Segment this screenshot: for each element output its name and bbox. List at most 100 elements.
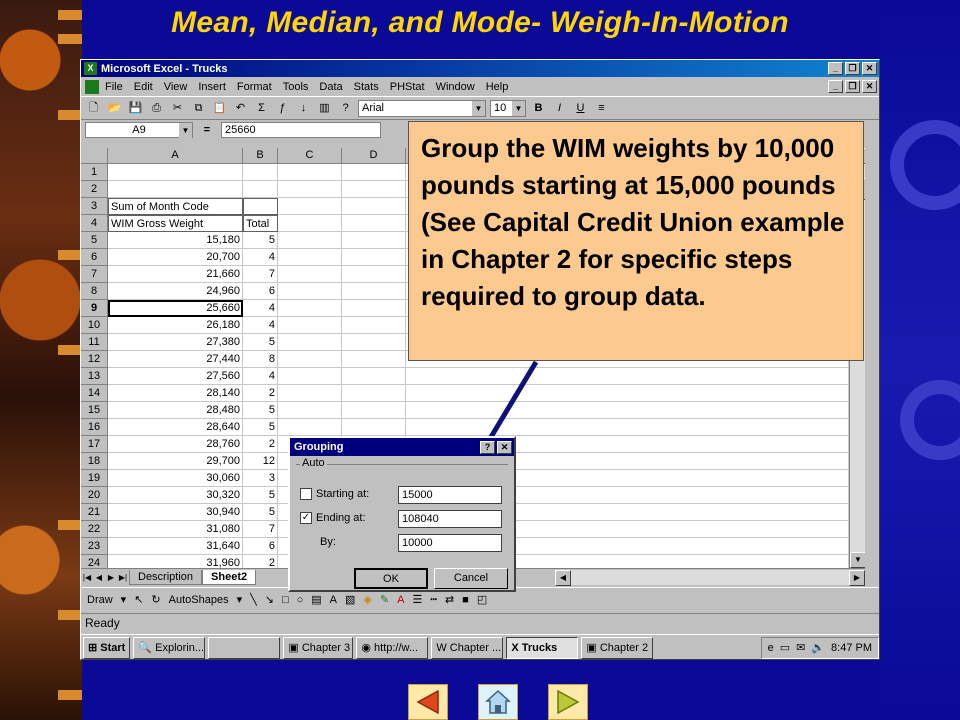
cell-c[interactable] <box>278 368 342 385</box>
row-header[interactable]: 2 <box>81 181 108 198</box>
row-header[interactable]: 9 <box>81 300 108 317</box>
select-all-corner[interactable] <box>81 148 108 164</box>
open-icon[interactable]: 📂 <box>106 100 123 117</box>
row-header[interactable]: 19 <box>81 470 108 487</box>
sheet-tab-description[interactable]: Description <box>129 569 203 585</box>
paste-icon[interactable]: 📋 <box>211 100 228 117</box>
row-header[interactable]: 7 <box>81 266 108 283</box>
chevron-down-icon[interactable]: ▼ <box>472 100 485 116</box>
cell-b[interactable]: 5 <box>243 504 278 521</box>
cell-a[interactable]: 31,080 <box>108 521 243 538</box>
cell-d[interactable] <box>342 198 406 215</box>
sheet-tab-sheet2[interactable]: Sheet2 <box>202 569 257 585</box>
save-icon[interactable]: 💾 <box>127 100 144 117</box>
cell-rest[interactable] <box>406 385 849 402</box>
task-trucks[interactable]: X Trucks <box>506 636 579 659</box>
cell-b[interactable]: Total <box>243 215 278 232</box>
oval-icon[interactable]: ○ <box>297 594 304 606</box>
row-header[interactable]: 6 <box>81 249 108 266</box>
cell-c[interactable] <box>278 300 342 317</box>
cell-a[interactable]: 31,960 <box>108 555 243 568</box>
line-style-icon[interactable]: ☰ <box>412 593 422 606</box>
cell-d[interactable] <box>342 317 406 334</box>
menu-format[interactable]: Format <box>237 81 272 93</box>
cell-a[interactable]: WIM Gross Weight <box>108 215 243 232</box>
cell-a[interactable]: 24,960 <box>108 283 243 300</box>
cell-a[interactable]: 27,380 <box>108 334 243 351</box>
sort-icon[interactable]: ↓ <box>295 100 312 117</box>
ending-at-input[interactable]: 108040 <box>398 510 502 528</box>
cell-d[interactable] <box>342 164 406 181</box>
restore-button[interactable]: ❐ <box>845 62 860 75</box>
wordart-icon[interactable]: A <box>330 594 337 606</box>
cell-b[interactable]: 2 <box>243 555 278 568</box>
cell-d[interactable] <box>342 232 406 249</box>
underline-icon[interactable]: U <box>572 100 589 117</box>
cell-rest[interactable] <box>406 419 849 436</box>
cell-b[interactable]: 5 <box>243 487 278 504</box>
volume-icon[interactable]: 🔈 <box>811 638 825 658</box>
cell-c[interactable] <box>278 249 342 266</box>
cell-c[interactable] <box>278 283 342 300</box>
column-header-b[interactable]: B <box>243 148 278 164</box>
rotate-icon[interactable]: ↻ <box>151 593 160 606</box>
task-explorer[interactable]: 🔍 Explorin... <box>133 636 206 659</box>
row-header[interactable]: 20 <box>81 487 108 504</box>
cell-a[interactable] <box>108 164 243 181</box>
undo-icon[interactable]: ↶ <box>232 100 249 117</box>
menu-help[interactable]: Help <box>486 81 509 93</box>
menu-tools[interactable]: Tools <box>283 81 309 93</box>
cell-a[interactable]: 15,180 <box>108 232 243 249</box>
cell-b[interactable]: 5 <box>243 419 278 436</box>
cell-c[interactable] <box>278 198 342 215</box>
cell-b[interactable]: 8 <box>243 351 278 368</box>
row-header[interactable]: 21 <box>81 504 108 521</box>
previous-slide-button[interactable] <box>408 684 448 720</box>
cell-a[interactable]: 20,700 <box>108 249 243 266</box>
task-blank[interactable] <box>208 636 281 659</box>
cell-rest[interactable] <box>406 402 849 419</box>
column-header-c[interactable]: C <box>278 148 342 164</box>
menu-file[interactable]: File <box>105 81 123 93</box>
menu-stats[interactable]: Stats <box>354 81 379 93</box>
cell-b[interactable]: 12 <box>243 453 278 470</box>
scroll-down-icon[interactable]: ▼ <box>850 552 865 568</box>
cell-a[interactable]: 29,700 <box>108 453 243 470</box>
cell-b[interactable]: 6 <box>243 283 278 300</box>
next-slide-button[interactable] <box>548 684 588 720</box>
row-header[interactable]: 1 <box>81 164 108 181</box>
row-header[interactable]: 18 <box>81 453 108 470</box>
font-size-select[interactable]: 10 ▼ <box>490 99 526 117</box>
cell-d[interactable] <box>342 215 406 232</box>
menu-window[interactable]: Window <box>436 81 475 93</box>
font-name-select[interactable]: Arial ▼ <box>358 99 486 117</box>
cell-b[interactable]: 6 <box>243 538 278 555</box>
dash-style-icon[interactable]: ┅ <box>430 593 437 606</box>
cell-a[interactable]: 28,140 <box>108 385 243 402</box>
menu-edit[interactable]: Edit <box>134 81 153 93</box>
horizontal-scrollbar[interactable]: ◀ ▶ <box>555 569 865 586</box>
menu-data[interactable]: Data <box>319 81 342 93</box>
help-button[interactable]: ? <box>480 440 495 454</box>
first-sheet-icon[interactable]: |◀ <box>81 571 93 584</box>
cell-d[interactable] <box>342 402 406 419</box>
chevron-down-icon[interactable]: ▼ <box>512 100 525 116</box>
starting-at-input[interactable]: 15000 <box>398 486 502 504</box>
cut-icon[interactable]: ✂ <box>169 100 186 117</box>
cell-b[interactable]: 5 <box>243 402 278 419</box>
cell-c[interactable] <box>278 419 342 436</box>
row-header[interactable]: 10 <box>81 317 108 334</box>
cell-b[interactable]: 5 <box>243 334 278 351</box>
cell-a[interactable]: 28,480 <box>108 402 243 419</box>
print-icon[interactable]: ⎙ <box>148 100 165 117</box>
task-browser[interactable]: ◉ http://w... <box>356 636 429 659</box>
cell-a[interactable]: 30,320 <box>108 487 243 504</box>
cell-a[interactable]: 28,760 <box>108 436 243 453</box>
cell-a[interactable] <box>108 181 243 198</box>
select-objects-icon[interactable]: ↖ <box>134 593 143 606</box>
line-icon[interactable]: ╲ <box>250 593 257 606</box>
help-icon[interactable]: ? <box>337 100 354 117</box>
row-header[interactable]: 14 <box>81 385 108 402</box>
scroll-right-icon[interactable]: ▶ <box>849 569 865 586</box>
formula-input[interactable]: 25660 <box>221 122 381 138</box>
